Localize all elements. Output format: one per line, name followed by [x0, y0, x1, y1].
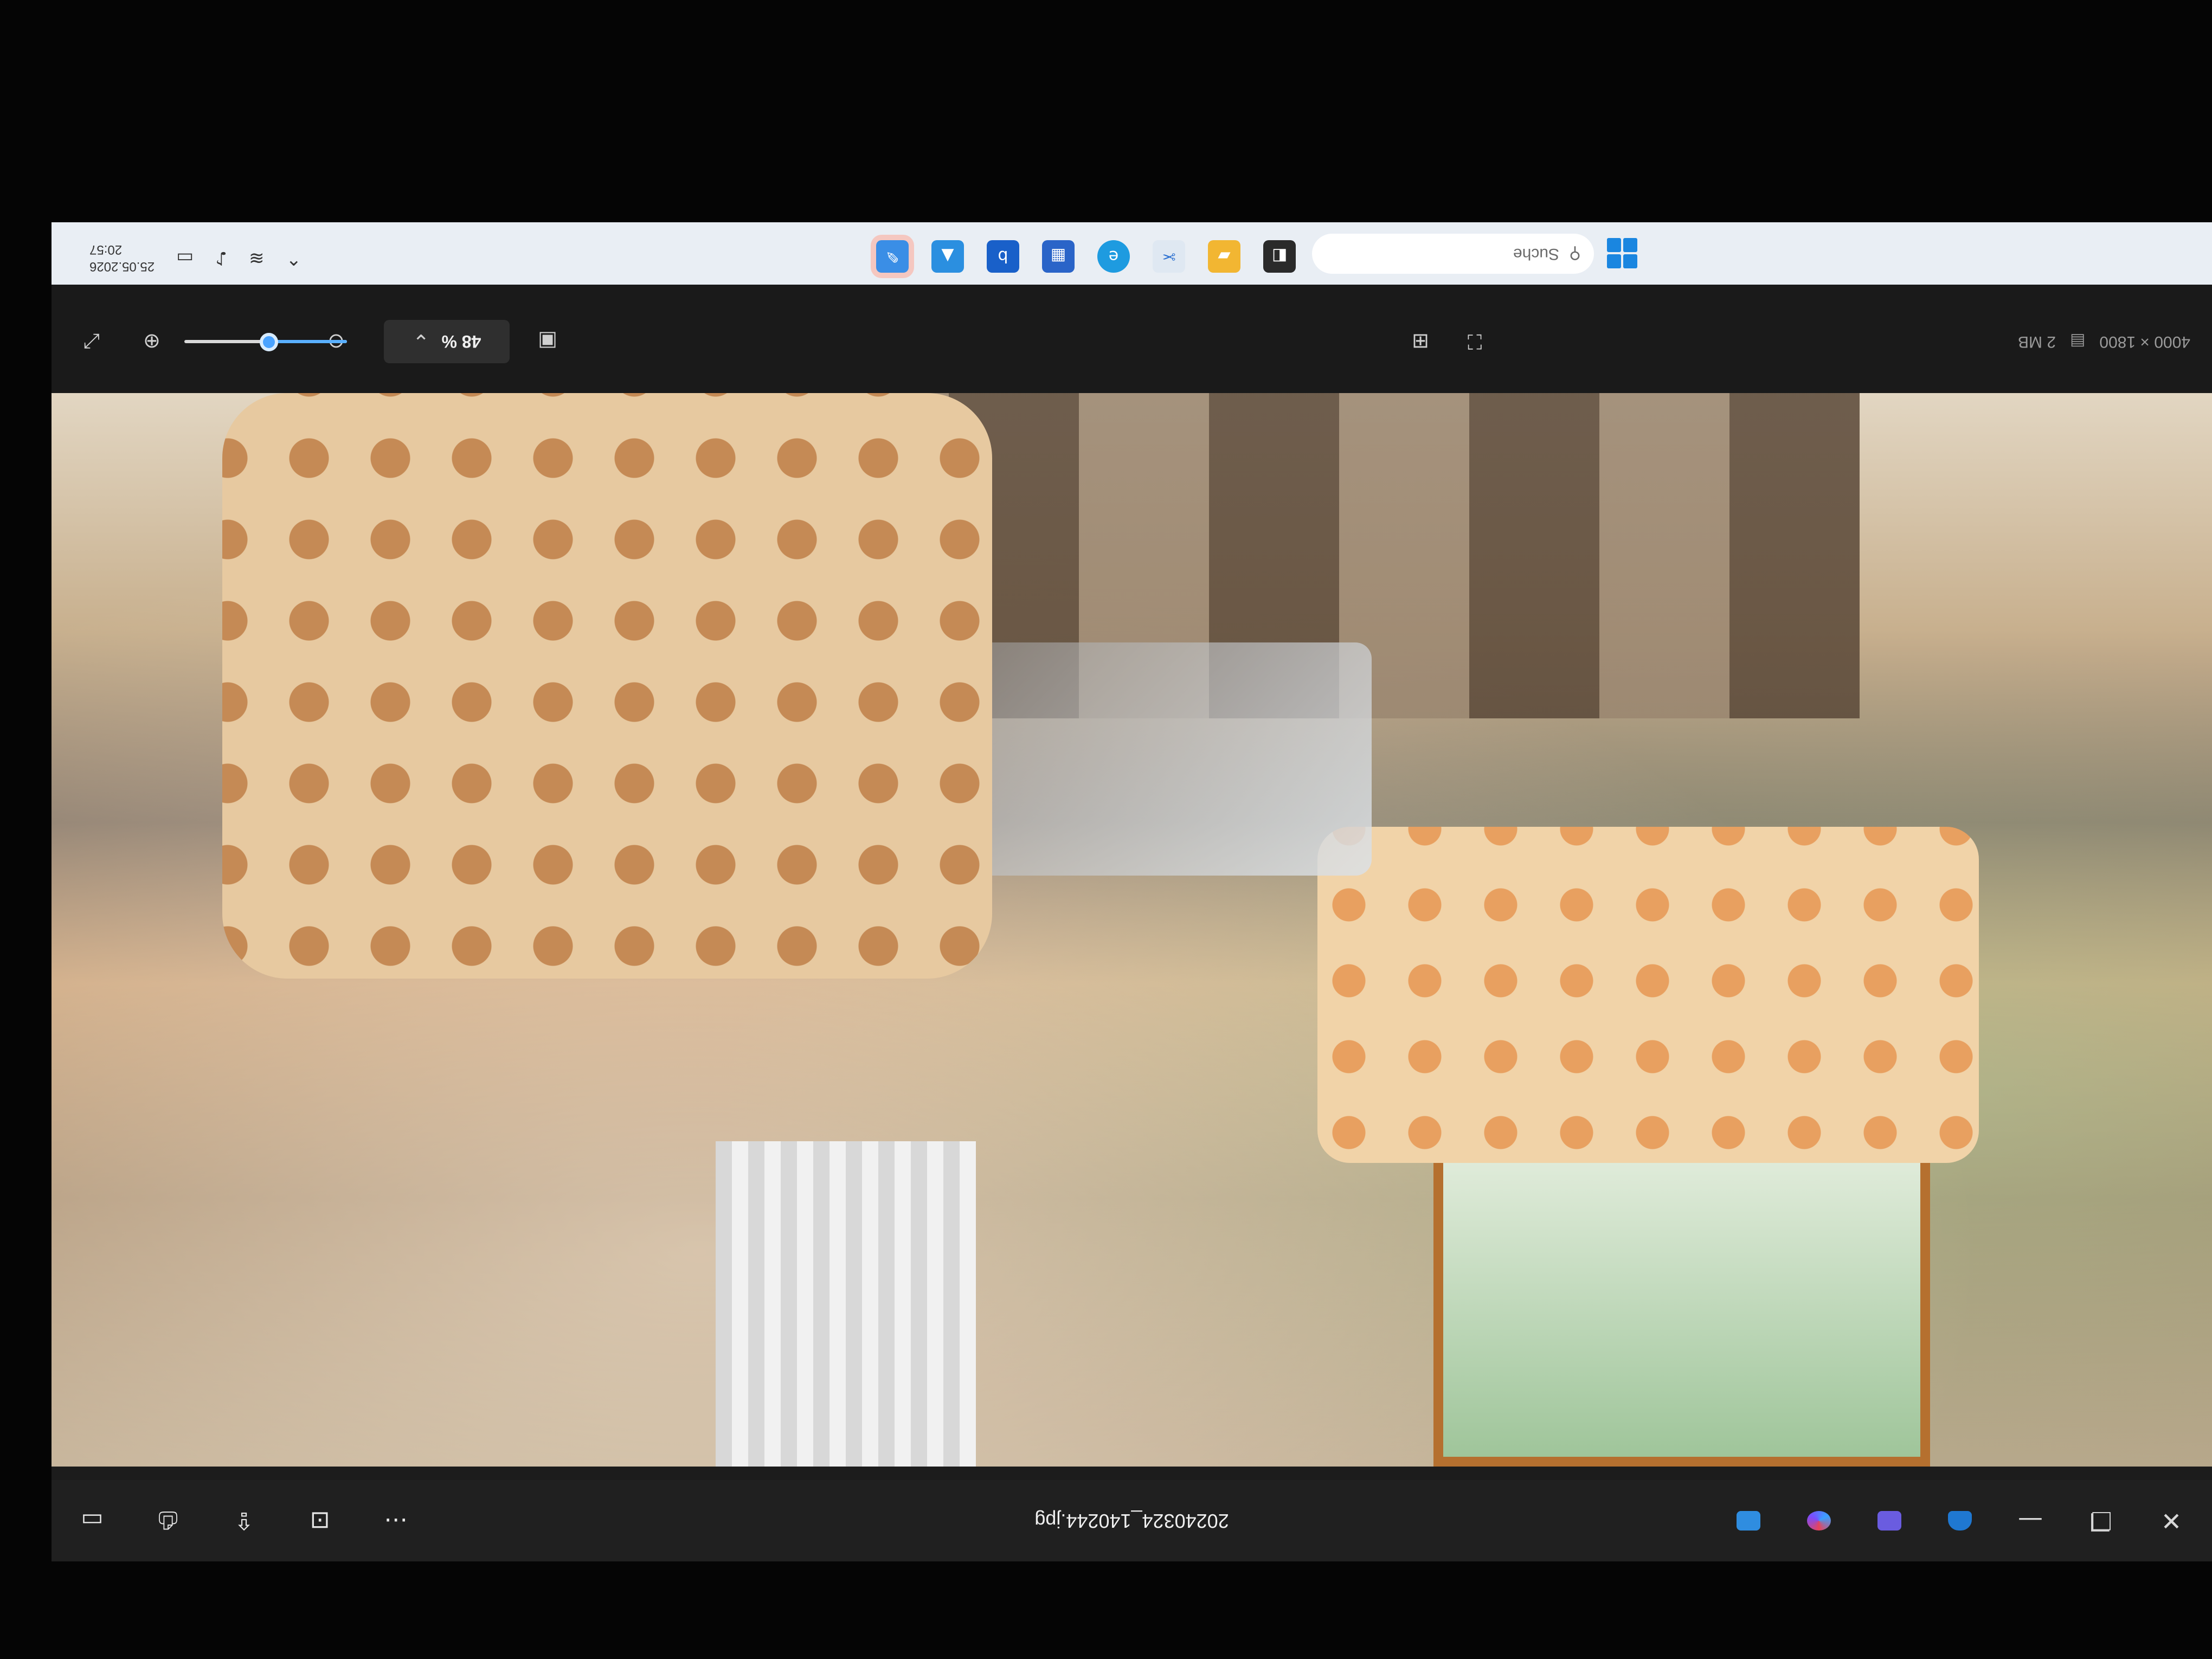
- taskbar-search[interactable]: ⚲ Suche: [1312, 234, 1594, 274]
- clock-date: 25.05.2026: [89, 259, 155, 274]
- store-icon[interactable]: ▦: [1042, 240, 1075, 273]
- wifi-icon[interactable]: ≋: [249, 247, 265, 269]
- actual-size-icon[interactable]: ⊞: [1399, 320, 1442, 363]
- task-view-icon[interactable]: ◧: [1263, 240, 1296, 273]
- file-size: 2 MB: [2017, 333, 2056, 351]
- photos-toolbar: 4000 × 1800 ▤ 2 MB ⛶ ⊞ ▣ 48 % ⌄ ⊖ ⊕ ⤢: [52, 285, 2212, 393]
- zoom-label: 48 %: [441, 332, 481, 352]
- taskbar-apps: ◧ ▰ ✂ e ▦ b ▲ ✎: [876, 240, 1296, 273]
- clock-time: 20:57: [89, 242, 123, 257]
- more-icon[interactable]: ⋯: [377, 1502, 415, 1540]
- search-placeholder: Suche: [1513, 245, 1560, 263]
- edit-icon[interactable]: [1729, 1502, 1767, 1540]
- photos-active-icon[interactable]: ✎: [876, 240, 909, 273]
- battery-icon[interactable]: ▭: [176, 247, 194, 269]
- edge-icon[interactable]: e: [1097, 240, 1130, 273]
- info-icon[interactable]: ⊡: [301, 1502, 339, 1540]
- system-tray: ⌃ ≋ ♪ ▭ 25.05.2026 20:57: [89, 241, 301, 275]
- chevron-up-icon[interactable]: ⌃: [286, 247, 301, 269]
- share-icon[interactable]: ⇪: [225, 1502, 263, 1540]
- photo-armchair: [222, 393, 992, 979]
- photo-window: [1433, 1122, 1930, 1467]
- onedrive-icon[interactable]: [1941, 1502, 1979, 1540]
- clock[interactable]: 25.05.2026 20:57: [89, 241, 155, 275]
- chevron-down-icon: ⌄: [412, 330, 430, 353]
- close-button[interactable]: ✕: [2152, 1502, 2190, 1540]
- image-viewport[interactable]: [52, 393, 2212, 1467]
- zoom-in-icon[interactable]: ⊕: [130, 320, 173, 363]
- bing-icon[interactable]: b: [987, 240, 1019, 273]
- screen-icon[interactable]: ▣: [526, 320, 569, 363]
- search-icon: ⚲: [1569, 245, 1581, 263]
- volume-icon[interactable]: ♪: [215, 247, 227, 269]
- image-dimensions: 4000 × 1800: [2099, 333, 2190, 351]
- gallery-icon[interactable]: [1870, 1502, 1908, 1540]
- minimize-button[interactable]: —: [2011, 1502, 2049, 1540]
- fit-to-window-icon[interactable]: ⛶: [1453, 320, 1496, 363]
- favorite-icon[interactable]: ▭: [73, 1502, 111, 1540]
- snipping-icon[interactable]: ✂: [1153, 240, 1185, 273]
- zoom-slider-thumb[interactable]: [260, 333, 278, 351]
- windows-taskbar: ⚲ Suche ◧ ▰ ✂ e ▦ b ▲ ✎ ⌃ ≋ ♪ ▭ 25.05.20…: [52, 222, 2212, 285]
- storage-icon: ▤: [2069, 332, 2086, 351]
- restore-button[interactable]: ❐: [2082, 1502, 2120, 1540]
- start-button[interactable]: [1607, 238, 1637, 268]
- zoom-dropdown[interactable]: 48 % ⌄: [384, 320, 510, 363]
- draw-icon[interactable]: [1800, 1502, 1838, 1540]
- photos-title-bar: ✕ ❐ — 20240324_140244.jpg ⋯ ⊡ ⇪ ⎙ ▭: [52, 1480, 2212, 1561]
- image-info: 4000 × 1800 ▤ 2 MB: [2018, 320, 2190, 363]
- photo-sofa: [1317, 827, 1979, 1163]
- file-explorer-icon[interactable]: ▰: [1208, 240, 1240, 273]
- zoom-slider[interactable]: [184, 333, 347, 351]
- photo-curtain: [716, 1141, 976, 1467]
- photos-icon[interactable]: ▲: [931, 240, 964, 273]
- print-icon[interactable]: ⎙: [149, 1502, 187, 1540]
- zoom-slider-fill: [269, 340, 347, 343]
- file-name: 20240324_140244.jpg: [1034, 1510, 1229, 1532]
- monitor-screen: ✕ ❐ — 20240324_140244.jpg ⋯ ⊡ ⇪ ⎙ ▭ 4000…: [52, 222, 2212, 1561]
- fullscreen-icon[interactable]: ⤢: [70, 320, 114, 363]
